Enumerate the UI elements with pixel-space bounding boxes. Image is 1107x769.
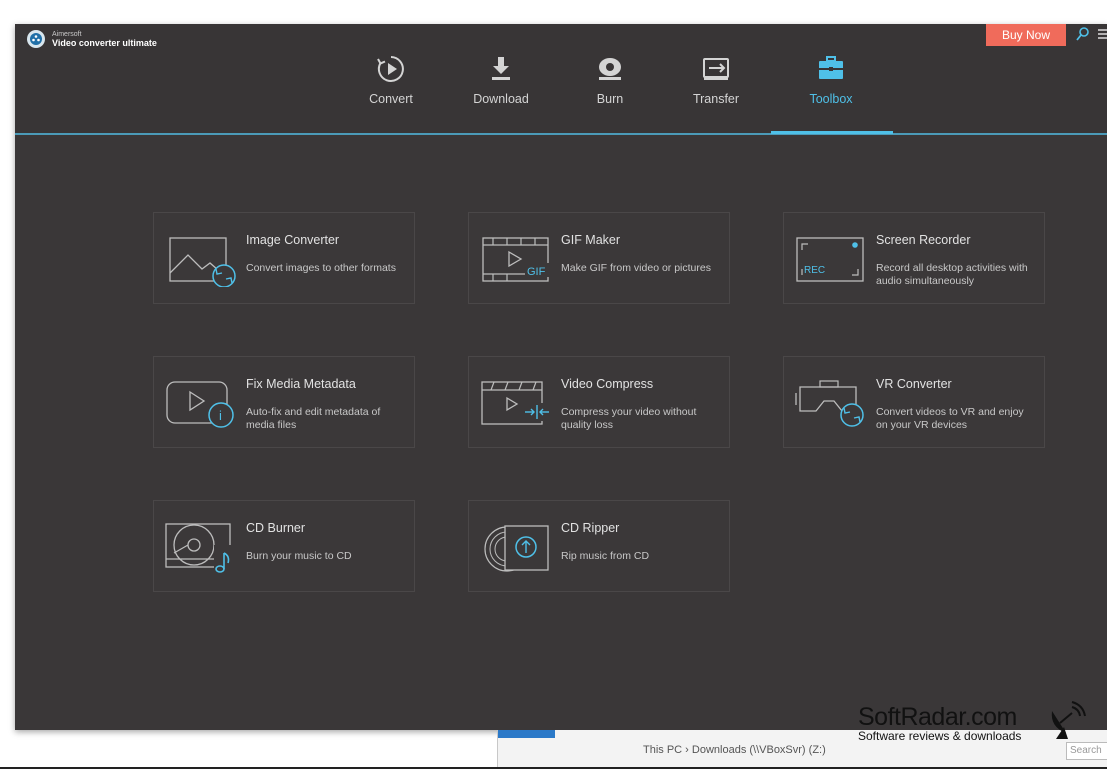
- tool-title: GIF Maker: [561, 233, 621, 247]
- tool-card-gif-maker[interactable]: GIF GIF Maker Make GIF from video or pic…: [468, 212, 730, 304]
- tab-label: Download: [473, 92, 529, 106]
- tab-transfer[interactable]: Transfer: [671, 52, 761, 112]
- tool-title: Fix Media Metadata: [246, 377, 356, 391]
- tab-label: Convert: [369, 92, 413, 106]
- info-glyph: i: [219, 408, 222, 423]
- tool-card-image-converter[interactable]: Image Converter Convert images to other …: [153, 212, 415, 304]
- watermark-tagline: Software reviews & downloads: [858, 729, 1022, 743]
- tool-card-cd-burner[interactable]: CD Burner Burn your music to CD: [153, 500, 415, 592]
- tool-card-vr-converter[interactable]: VR Converter Convert videos to VR and en…: [783, 356, 1045, 448]
- video-compress-icon: [479, 377, 551, 431]
- tool-description: Convert videos to VR and enjoy on your V…: [876, 406, 1024, 431]
- cd-burner-icon: [164, 521, 236, 575]
- buy-now-button[interactable]: Buy Now: [986, 24, 1066, 46]
- explorer-address-bar[interactable]: This PC › Downloads (\\VBoxSvr) (Z:): [643, 744, 826, 756]
- gif-maker-icon: GIF: [479, 233, 551, 287]
- tab-toolbox[interactable]: Toolbox: [786, 52, 876, 112]
- toolbox-icon: [814, 52, 848, 86]
- tool-description: Rip music from CD: [561, 550, 650, 562]
- tab-burn[interactable]: Burn: [565, 52, 655, 112]
- app-window: Aimersoft Video converter ultimate Buy N…: [15, 24, 1107, 730]
- watermark-name: SoftRadar.com: [858, 703, 1017, 731]
- tool-title: Screen Recorder: [876, 233, 971, 247]
- tab-convert[interactable]: Convert: [346, 52, 436, 112]
- transfer-icon: [699, 52, 733, 86]
- tab-download[interactable]: Download: [456, 52, 546, 112]
- tool-card-cd-ripper[interactable]: CD Ripper Rip music from CD: [468, 500, 730, 592]
- satellite-dish-icon: [1051, 701, 1086, 739]
- gif-badge: GIF: [527, 266, 546, 278]
- app-logo: Aimersoft Video converter ultimate: [27, 30, 157, 48]
- logo-icon: [27, 30, 45, 48]
- tab-label: Transfer: [692, 92, 740, 106]
- screen-recorder-icon: REC: [794, 233, 866, 287]
- burn-icon: [593, 52, 627, 86]
- tool-title: CD Burner: [246, 521, 306, 535]
- tab-label: Toolbox: [809, 92, 853, 106]
- tool-card-screen-recorder[interactable]: REC Screen Recorder Record all desktop a…: [783, 212, 1045, 304]
- tool-description: Burn your music to CD: [246, 550, 352, 562]
- explorer-search-box[interactable]: Search: [1066, 742, 1107, 760]
- tool-title: Video Compress: [561, 377, 654, 391]
- metadata-icon: i: [164, 377, 236, 431]
- explorer-ribbon-tab: [498, 730, 555, 738]
- convert-icon: [374, 52, 408, 86]
- vr-icon: [794, 377, 866, 431]
- image-convert-icon: [164, 233, 236, 288]
- tool-title: CD Ripper: [561, 521, 620, 535]
- tool-card-fix-media-metadata[interactable]: i Fix Media Metadata Auto-fix and edit m…: [153, 356, 415, 448]
- active-tab-indicator: [771, 131, 893, 134]
- rec-label: REC: [804, 265, 825, 276]
- tool-title: VR Converter: [876, 377, 952, 391]
- tool-description: Make GIF from video or pictures: [561, 262, 711, 274]
- softradar-watermark: SoftRadar.com Software reviews & downloa…: [858, 701, 1086, 743]
- tool-card-video-compress[interactable]: Video Compress Compress your video witho…: [468, 356, 730, 448]
- tool-title: Image Converter: [246, 233, 340, 247]
- download-icon: [484, 52, 518, 86]
- tool-description: Auto-fix and edit metadata of media file…: [246, 406, 381, 431]
- header-divider: [15, 133, 1107, 135]
- tab-label: Burn: [596, 92, 624, 106]
- tool-description: Compress your video without quality loss: [561, 406, 697, 431]
- tool-description: Record all desktop activities with audio…: [876, 262, 1028, 287]
- search-icon[interactable]: [1075, 26, 1091, 42]
- top-navigation-bar: Aimersoft Video converter ultimate Buy N…: [15, 24, 1107, 135]
- menu-icon[interactable]: [1095, 26, 1107, 42]
- logo-product-name: Video converter ultimate: [52, 38, 157, 48]
- cd-ripper-icon: [479, 521, 551, 575]
- tool-description: Convert images to other formats: [246, 262, 396, 274]
